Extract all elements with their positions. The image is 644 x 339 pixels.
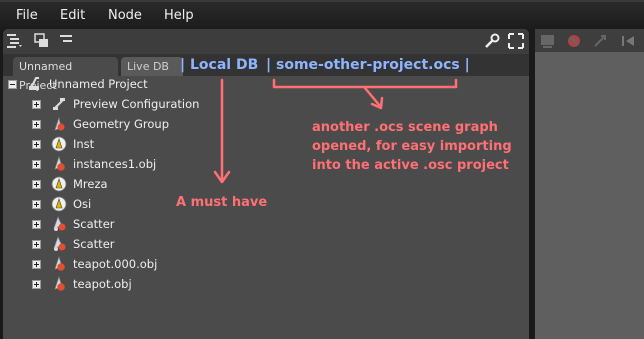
expand-toggle[interactable]: [32, 200, 41, 209]
tree-item[interactable]: Mreza: [0, 174, 520, 194]
scatter-icon: [53, 236, 66, 251]
note-line-1: another .ocs scene graph: [312, 120, 498, 135]
annotation-other-project: | some-other-project.ocs |: [266, 57, 470, 73]
panel-toolbar: [3, 29, 529, 54]
tree-item[interactable]: Scatter: [0, 214, 520, 234]
viewport-toolbar: [535, 29, 644, 52]
expand-toggle[interactable]: [32, 120, 41, 129]
tree-item-label: Inst: [73, 137, 95, 151]
expand-toggle[interactable]: [32, 260, 41, 269]
tree-root[interactable]: Unnamed Project: [0, 74, 520, 94]
expand-toggle[interactable]: [32, 160, 41, 169]
menu-node[interactable]: Node: [108, 8, 142, 23]
note-line-3: into the active .osc project: [312, 158, 509, 173]
tree-item-label: Mreza: [73, 177, 108, 191]
maximize-icon[interactable]: [507, 32, 525, 50]
tree-item[interactable]: Preview Configuration: [0, 94, 520, 114]
mesh-icon: [54, 276, 65, 291]
tree-root-label: Unnamed Project: [49, 77, 148, 91]
resize-icon[interactable]: [591, 32, 609, 50]
rewind-icon[interactable]: [619, 32, 637, 50]
menu-file[interactable]: File: [16, 8, 38, 23]
config-icon: [53, 98, 65, 110]
tree-item-label: Osi: [73, 197, 92, 211]
annotation-local-db: | Local DB: [180, 57, 259, 73]
note-must-have: A must have: [176, 195, 268, 210]
expand-toggle[interactable]: [32, 220, 41, 229]
viewport-panel: [535, 29, 644, 339]
menu-help[interactable]: Help: [164, 8, 194, 23]
tree-item-label: teapot.000.obj: [73, 257, 158, 271]
note-line-2: opened, for easy importing: [312, 139, 512, 154]
scatter-icon: [53, 216, 66, 231]
expand-toggle[interactable]: [32, 280, 41, 289]
instance-icon: [51, 176, 67, 192]
menu-edit[interactable]: Edit: [60, 8, 85, 23]
mesh-icon: [54, 256, 65, 271]
render-icon[interactable]: [539, 32, 557, 50]
geometry-group-icon: [54, 116, 65, 131]
instance-icon: [51, 136, 67, 152]
wrench-icon[interactable]: [483, 32, 501, 50]
project-icon: [29, 77, 39, 90]
tree-item-label: Geometry Group: [73, 117, 170, 131]
expand-toggle[interactable]: [32, 100, 41, 109]
expand-toggle[interactable]: [32, 180, 41, 189]
mesh-icon: [54, 156, 65, 171]
tree-item[interactable]: teapot.obj: [0, 274, 520, 294]
instance-icon: [51, 196, 67, 212]
collapse-icon[interactable]: [58, 32, 76, 50]
tree-item[interactable]: Scatter: [0, 234, 520, 254]
tree-item-label: teapot.obj: [73, 277, 132, 291]
tree-item-label: instances1.obj: [73, 157, 157, 171]
tree-view-icon[interactable]: [6, 32, 24, 50]
tree-item-label: Scatter: [73, 237, 115, 251]
stop-icon[interactable]: [565, 32, 583, 50]
expand-toggle[interactable]: [32, 140, 41, 149]
tree-item-label: Preview Configuration: [73, 97, 200, 111]
collapse-toggle[interactable]: [8, 80, 17, 89]
tree-item[interactable]: teapot.000.obj: [0, 254, 520, 274]
menu-bar: File Edit Node Help: [0, 0, 644, 29]
copy-icon[interactable]: [33, 32, 51, 50]
tree-item-label: Scatter: [73, 217, 115, 231]
expand-toggle[interactable]: [32, 240, 41, 249]
